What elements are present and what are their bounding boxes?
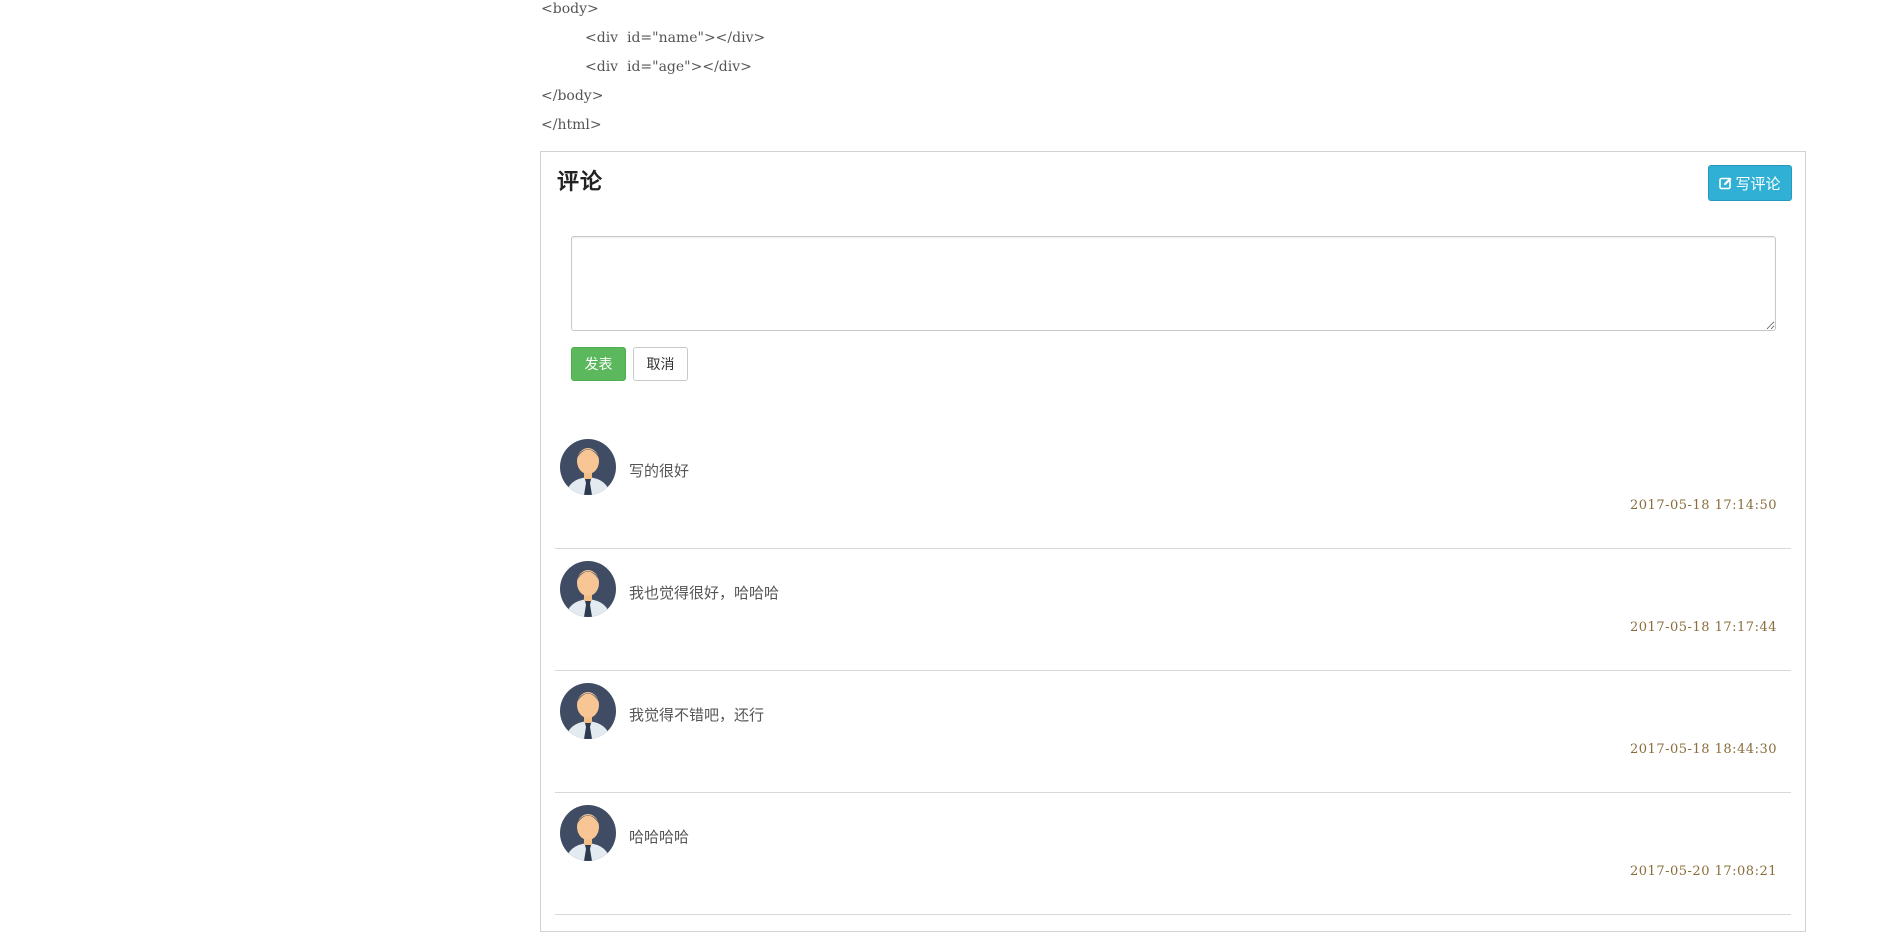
comment-panel: 评论 写评论 发表 取消 写的很好 2017-05-18 17:14:50 我也…	[540, 151, 1806, 932]
code-line: </html>	[541, 117, 602, 133]
code-line: </body>	[541, 88, 604, 104]
comment-item: 我也觉得很好，哈哈哈 2017-05-18 17:17:44	[555, 549, 1791, 671]
comment-timestamp: 2017-05-20 17:08:21	[1630, 864, 1777, 879]
user-avatar-icon	[560, 805, 616, 861]
code-line: <div id="name"></div>	[585, 30, 766, 46]
comment-timestamp: 2017-05-18 17:17:44	[1630, 620, 1777, 635]
comment-timestamp: 2017-05-18 17:14:50	[1630, 498, 1777, 513]
edit-icon	[1719, 177, 1733, 190]
comment-text: 写的很好	[629, 462, 690, 480]
user-avatar-icon	[560, 683, 616, 739]
comment-textarea[interactable]	[571, 236, 1776, 331]
write-comment-label: 写评论	[1735, 174, 1781, 193]
comment-text: 我也觉得很好，哈哈哈	[629, 584, 780, 602]
code-line: <body>	[541, 1, 599, 17]
comment-list: 写的很好 2017-05-18 17:14:50 我也觉得很好，哈哈哈 2017…	[555, 427, 1791, 915]
code-line: <div id="age"></div>	[585, 59, 752, 75]
user-avatar-icon	[560, 439, 616, 495]
user-avatar-icon	[560, 561, 616, 617]
comment-timestamp: 2017-05-18 18:44:30	[1630, 742, 1777, 757]
write-comment-button[interactable]: 写评论	[1708, 165, 1792, 201]
comment-section-title: 评论	[557, 170, 604, 195]
comment-text: 我觉得不错吧，还行	[629, 706, 765, 724]
comment-item: 哈哈哈哈 2017-05-20 17:08:21	[555, 793, 1791, 915]
comment-item: 写的很好 2017-05-18 17:14:50	[555, 427, 1791, 549]
comment-text: 哈哈哈哈	[629, 828, 690, 846]
comment-item: 我觉得不错吧，还行 2017-05-18 18:44:30	[555, 671, 1791, 793]
submit-comment-button[interactable]: 发表	[571, 347, 626, 381]
cancel-button[interactable]: 取消	[633, 347, 688, 381]
